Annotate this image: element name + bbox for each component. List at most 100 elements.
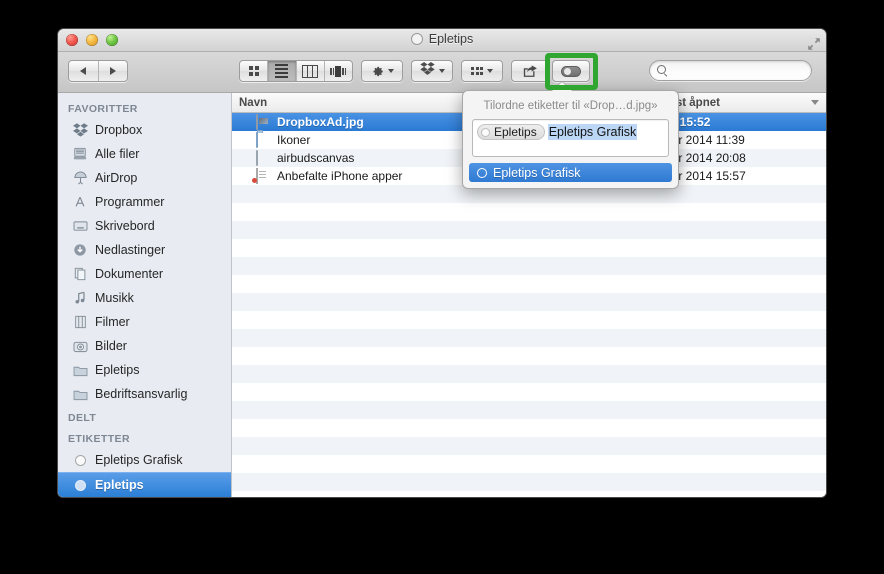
tag-circle-icon bbox=[481, 127, 490, 137]
navigation-buttons bbox=[68, 60, 128, 82]
dropbox-icon bbox=[72, 122, 88, 138]
sidebar-item-label: Dokumenter bbox=[95, 267, 164, 281]
desktop-icon bbox=[72, 218, 88, 234]
view-mode-segmented-control bbox=[239, 60, 353, 82]
folder-icon bbox=[72, 362, 88, 378]
sidebar-item-label: Musikk bbox=[95, 291, 134, 305]
sidebar-item-dokumenter[interactable]: Dokumenter bbox=[58, 262, 231, 286]
dropbox-icon bbox=[419, 62, 435, 80]
sidebar-item-skrivebord[interactable]: Skrivebord bbox=[58, 214, 231, 238]
share-arrow-icon bbox=[523, 65, 537, 77]
window-titlebar: Epletips bbox=[58, 29, 826, 52]
empty-row bbox=[232, 221, 826, 239]
coverflow-icon bbox=[330, 65, 347, 77]
empty-row bbox=[232, 257, 826, 275]
share-button[interactable] bbox=[511, 60, 549, 82]
empty-row bbox=[232, 203, 826, 221]
airdrop-icon bbox=[72, 170, 88, 186]
sidebar-item-dropbox[interactable]: Dropbox bbox=[58, 118, 231, 142]
arrange-menu-button[interactable] bbox=[461, 60, 503, 82]
screenshot-root: Epletips FAVORITTER Dropbox Alle filer A… bbox=[0, 0, 884, 574]
sidebar-item-bilder[interactable]: Bilder bbox=[58, 334, 231, 358]
sidebar: FAVORITTER Dropbox Alle filer AirDrop Pr… bbox=[58, 93, 232, 497]
tag-token-epletips[interactable]: Epletips bbox=[477, 124, 545, 140]
file-name-label: airbudscanvas bbox=[277, 151, 355, 165]
column-header-sist-apnet[interactable]: Sist åpnet bbox=[658, 93, 826, 112]
column-header-label: Navn bbox=[239, 96, 268, 109]
empty-row bbox=[232, 383, 826, 401]
coverflow-view-button[interactable] bbox=[325, 61, 352, 81]
folder-icon bbox=[256, 132, 271, 148]
empty-row bbox=[232, 365, 826, 383]
empty-row bbox=[232, 239, 826, 257]
sidebar-item-label: Epletips Grafisk bbox=[95, 453, 183, 467]
sidebar-item-bedriftsansvarlig[interactable]: Bedriftsansvarlig bbox=[58, 382, 231, 406]
empty-row bbox=[232, 437, 826, 455]
column-view-button[interactable] bbox=[297, 61, 325, 81]
file-date-cell: uar 2014 11:39 bbox=[665, 133, 745, 147]
empty-row bbox=[232, 329, 826, 347]
empty-rows-area bbox=[232, 185, 826, 491]
all-files-icon bbox=[72, 146, 88, 162]
list-icon bbox=[275, 64, 289, 78]
sidebar-item-label: Skrivebord bbox=[95, 219, 155, 233]
fullscreen-arrows-icon[interactable] bbox=[806, 36, 822, 52]
action-menu-button[interactable] bbox=[361, 60, 403, 82]
window-body: FAVORITTER Dropbox Alle filer AirDrop Pr… bbox=[58, 93, 826, 497]
list-view-button[interactable] bbox=[268, 61, 297, 81]
sidebar-item-tag-epletips[interactable]: Epletips bbox=[58, 472, 231, 497]
pictures-icon bbox=[72, 338, 88, 354]
window-title: Epletips bbox=[58, 32, 826, 46]
empty-row bbox=[232, 473, 826, 491]
grid-icon bbox=[248, 66, 259, 76]
finder-window: Epletips FAVORITTER Dropbox Alle filer A… bbox=[58, 29, 826, 497]
search-input[interactable] bbox=[672, 63, 806, 78]
icon-view-button[interactable] bbox=[240, 61, 269, 81]
tag-token-label: Epletips bbox=[494, 125, 537, 139]
empty-row bbox=[232, 455, 826, 473]
file-date-cell: uar 2014 20:08 bbox=[665, 151, 746, 165]
sidebar-item-label: Dropbox bbox=[95, 123, 143, 137]
sidebar-item-programmer[interactable]: Programmer bbox=[58, 190, 231, 214]
sidebar-item-epletips-folder[interactable]: Epletips bbox=[58, 358, 231, 382]
sidebar-section-header-delt: DELT bbox=[68, 412, 97, 424]
sidebar-item-filmer[interactable]: Filmer bbox=[58, 310, 231, 334]
assign-tags-popover: Tilordne etiketter til «Drop…d.jpg» Eple… bbox=[462, 82, 679, 189]
sidebar-item-nedlastinger[interactable]: Nedlastinger bbox=[58, 238, 231, 262]
folder-icon bbox=[72, 386, 88, 402]
tag-suggestion-item[interactable]: Epletips Grafisk bbox=[469, 163, 672, 182]
tag-circle-icon bbox=[72, 477, 88, 493]
sort-descending-icon bbox=[811, 100, 819, 105]
empty-row bbox=[232, 419, 826, 437]
gear-icon bbox=[371, 65, 384, 78]
downloads-icon bbox=[72, 242, 88, 258]
sidebar-item-airdrop[interactable]: AirDrop bbox=[58, 166, 231, 190]
forward-button[interactable] bbox=[99, 61, 128, 81]
back-button[interactable] bbox=[69, 61, 99, 81]
chevron-down-icon bbox=[487, 69, 493, 73]
sidebar-item-tag-epletips-grafisk[interactable]: Epletips Grafisk bbox=[58, 448, 231, 472]
sidebar-item-label: Epletips bbox=[95, 478, 144, 492]
popover-title: Tilordne etiketter til «Drop…d.jpg» bbox=[483, 100, 658, 112]
search-field[interactable] bbox=[649, 60, 812, 81]
file-name-label: Anbefalte iPhone apper bbox=[277, 169, 403, 183]
search-icon bbox=[657, 65, 668, 76]
file-date-cell: rs 15:52 bbox=[665, 115, 711, 129]
file-date-cell: uar 2014 15:57 bbox=[665, 169, 746, 183]
tag-toolbar-button[interactable] bbox=[552, 60, 590, 82]
popover-arrow bbox=[552, 82, 572, 91]
documents-icon bbox=[72, 266, 88, 282]
sidebar-item-label: Bilder bbox=[95, 339, 127, 353]
tag-input-text[interactable]: Epletips Grafisk bbox=[547, 124, 638, 140]
tag-token-field[interactable]: Epletips Epletips Grafisk bbox=[472, 119, 669, 157]
finder-toolbar bbox=[58, 52, 826, 93]
dropbox-menu-button[interactable] bbox=[411, 60, 453, 82]
tag-circle-icon bbox=[410, 33, 423, 45]
sidebar-item-musikk[interactable]: Musikk bbox=[58, 286, 231, 310]
chevron-left-icon bbox=[80, 67, 87, 75]
sidebar-item-alle-filer[interactable]: Alle filer bbox=[58, 142, 231, 166]
tag-suggestion-label: Epletips Grafisk bbox=[493, 165, 581, 180]
sidebar-item-label: Alle filer bbox=[95, 147, 140, 161]
sidebar-item-label: Nedlastinger bbox=[95, 243, 166, 257]
sidebar-section-header-favoritter: FAVORITTER bbox=[68, 103, 138, 115]
